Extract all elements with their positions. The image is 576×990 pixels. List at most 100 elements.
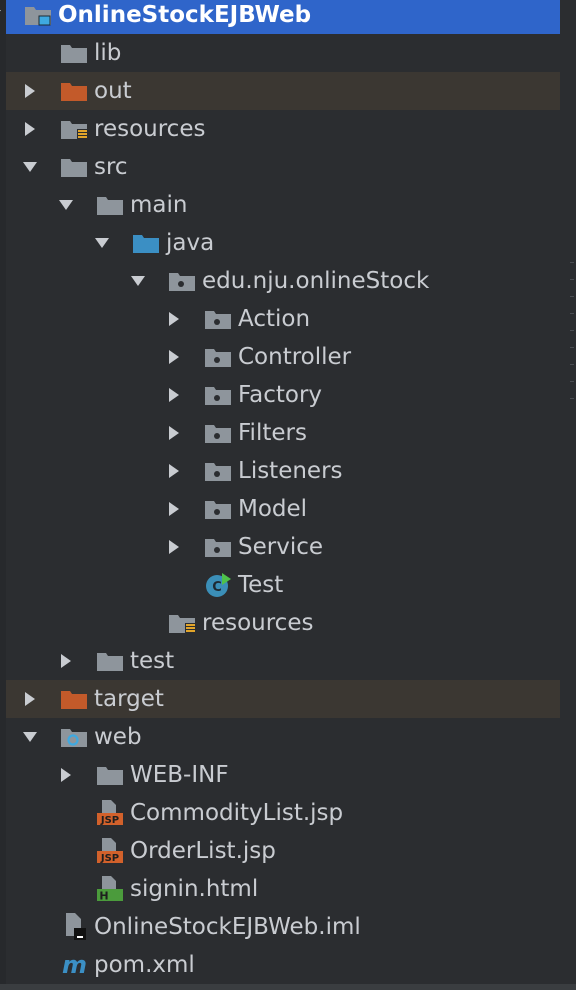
svg-text:H: H (99, 890, 108, 903)
excluded-folder-icon (60, 685, 90, 713)
jsp-file-icon: JSP (96, 799, 126, 827)
tree-row-label: web (94, 724, 142, 750)
tree-row-service[interactable]: Service (6, 528, 560, 566)
collapse-arrow-icon[interactable] (166, 461, 182, 481)
tree-row-onlinestockejbweb-iml[interactable]: OnlineStockEJBWeb.iml (6, 908, 560, 946)
tree-row-orderlist-jsp[interactable]: JSP OrderList.jsp (6, 832, 560, 870)
no-arrow-spacer (22, 43, 38, 63)
tree-row-label: Action (238, 306, 311, 332)
svg-text:JSP: JSP (100, 853, 119, 864)
tree-row-listeners[interactable]: Listeners (6, 452, 560, 490)
folder-icon (96, 761, 126, 789)
iml-file-icon (60, 913, 90, 941)
no-arrow-spacer (166, 575, 182, 595)
project-tree[interactable]: OnlineStockEJBWeb lib out resources src main j… (0, 0, 576, 990)
tree-row-out[interactable]: out (6, 72, 560, 110)
scrollbar-track[interactable] (570, 262, 574, 415)
svg-text:JSP: JSP (100, 815, 119, 826)
tree-row-label: OnlineStockEJBWeb (58, 2, 312, 28)
collapse-arrow-icon[interactable] (22, 81, 38, 101)
tree-row-java[interactable]: java (6, 224, 560, 262)
tree-row-label: Model (238, 496, 308, 522)
maven-file-icon: m (60, 951, 90, 979)
expand-arrow-icon[interactable] (0, 5, 2, 25)
collapse-arrow-icon[interactable] (22, 119, 38, 139)
tree-row-label: Factory (238, 382, 323, 408)
resources-folder-icon (168, 609, 198, 637)
no-arrow-spacer (58, 803, 74, 823)
tree-row-src[interactable]: src (6, 148, 560, 186)
package-icon (204, 533, 234, 561)
tree-row-filters[interactable]: Filters (6, 414, 560, 452)
tree-row-label: out (94, 78, 132, 104)
collapse-arrow-icon[interactable] (58, 765, 74, 785)
expand-arrow-icon[interactable] (22, 157, 38, 177)
expand-arrow-icon[interactable] (130, 271, 146, 291)
jsp-file-icon: JSP (96, 837, 126, 865)
tree-row-label: test (130, 648, 175, 674)
collapse-arrow-icon[interactable] (166, 537, 182, 557)
tree-row-model[interactable]: Model (6, 490, 560, 528)
tree-row-edu-nju-onlinestock[interactable]: edu.nju.onlineStock (6, 262, 560, 300)
java-class-run-icon: C (204, 571, 234, 599)
tree-row-label: Service (238, 534, 324, 560)
folder-icon (96, 647, 126, 675)
collapse-arrow-icon[interactable] (166, 423, 182, 443)
tree-row-pom-xml[interactable]: m pom.xml (6, 946, 560, 984)
tree-row-test[interactable]: test (6, 642, 560, 680)
tree-row-web[interactable]: web (6, 718, 560, 756)
tree-row-web-inf[interactable]: WEB-INF (6, 756, 560, 794)
collapse-arrow-icon[interactable] (166, 309, 182, 329)
tree-row-label: main (130, 192, 188, 218)
tree-row-label: CommodityList.jsp (130, 800, 344, 826)
tree-row-action[interactable]: Action (6, 300, 560, 338)
tree-row-label: signin.html (130, 876, 259, 902)
tree-row-resources[interactable]: resources (6, 604, 560, 642)
collapse-arrow-icon[interactable] (22, 689, 38, 709)
web-folder-icon (60, 723, 90, 751)
tree-row-label: OnlineStockEJBWeb.iml (94, 914, 361, 940)
tree-row-label: target (94, 686, 164, 712)
tree-row-label: Test (238, 572, 284, 598)
tree-row-label: resources (94, 116, 206, 142)
tree-row-controller[interactable]: Controller (6, 338, 560, 376)
tree-row-main[interactable]: main (6, 186, 560, 224)
tree-row-lib[interactable]: lib (6, 34, 560, 72)
tree-row-label: WEB-INF (130, 762, 229, 788)
package-icon (204, 381, 234, 409)
collapse-arrow-icon[interactable] (166, 347, 182, 367)
tree-row-commoditylist-jsp[interactable]: JSP CommodityList.jsp (6, 794, 560, 832)
no-arrow-spacer (22, 955, 38, 975)
svg-text:m: m (62, 951, 87, 979)
tree-row-factory[interactable]: Factory (6, 376, 560, 414)
tree-row-label: Listeners (238, 458, 343, 484)
package-icon (204, 305, 234, 333)
package-icon (168, 267, 198, 295)
no-arrow-spacer (22, 917, 38, 937)
package-icon (204, 457, 234, 485)
expand-arrow-icon[interactable] (58, 195, 74, 215)
tree-row-label: pom.xml (94, 952, 195, 978)
tree-row-onlinestockejbweb[interactable]: OnlineStockEJBWeb (0, 0, 560, 34)
collapse-arrow-icon[interactable] (58, 651, 74, 671)
package-icon (204, 495, 234, 523)
tree-row-label: lib (94, 40, 122, 66)
tree-row-signin-html[interactable]: Hsignin.html (6, 870, 560, 908)
expand-arrow-icon[interactable] (94, 233, 110, 253)
collapse-arrow-icon[interactable] (166, 385, 182, 405)
package-icon (204, 343, 234, 371)
tree-row-resources[interactable]: resources (6, 110, 560, 148)
tree-row-label: Controller (238, 344, 352, 370)
folder-icon (60, 153, 90, 181)
tree-row-target[interactable]: target (6, 680, 560, 718)
no-arrow-spacer (58, 841, 74, 861)
expand-arrow-icon[interactable] (22, 727, 38, 747)
no-arrow-spacer (130, 613, 146, 633)
resources-folder-icon (60, 115, 90, 143)
module-folder-icon (24, 1, 54, 29)
tree-row-label: Filters (238, 420, 307, 446)
tree-row-test[interactable]: C Test (6, 566, 560, 604)
tree-row-label: resources (202, 610, 314, 636)
collapse-arrow-icon[interactable] (166, 499, 182, 519)
no-arrow-spacer (58, 879, 74, 899)
